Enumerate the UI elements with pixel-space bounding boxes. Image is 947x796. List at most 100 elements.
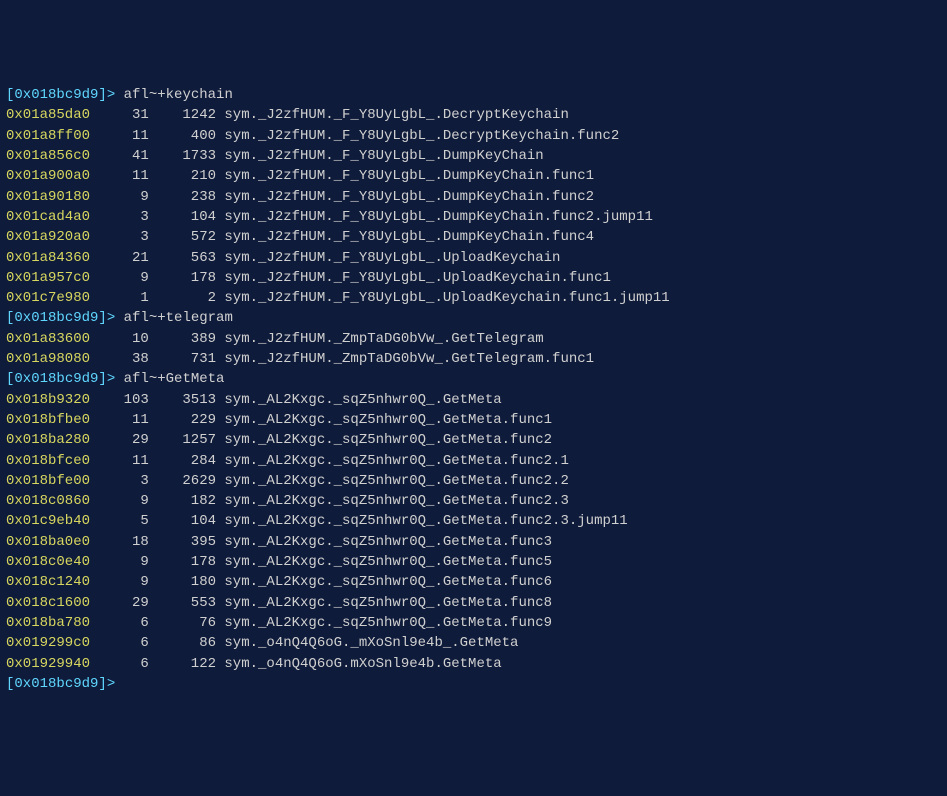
command-text: afl~+GetMeta	[115, 369, 224, 389]
prompt-address: 0x018bc9d9	[14, 674, 98, 694]
function-row: 0x01a8ff0011400 sym._J2zfHUM._F_Y8UyLgbL…	[6, 126, 941, 146]
row-symbol: sym._o4nQ4Q6oG._mXoSnl9e4b_.GetMeta	[224, 633, 518, 653]
row-address: 0x018ba0e0	[6, 532, 98, 552]
row-address: 0x018bfe00	[6, 471, 98, 491]
row-count2: 210	[149, 166, 216, 186]
row-symbol: sym._AL2Kxgc._sqZ5nhwr0Q_.GetMeta.func9	[224, 613, 552, 633]
row-count2: 1733	[149, 146, 216, 166]
row-count2: 1257	[149, 430, 216, 450]
row-count1: 3	[98, 207, 148, 227]
row-address: 0x01a900a0	[6, 166, 98, 186]
row-symbol: sym._J2zfHUM._F_Y8UyLgbL_.DumpKeyChain.f…	[224, 227, 594, 247]
row-symbol: sym._J2zfHUM._F_Y8UyLgbL_.DumpKeyChain.f…	[224, 166, 594, 186]
row-count2: 76	[149, 613, 216, 633]
row-address: 0x018c0e40	[6, 552, 98, 572]
row-count1: 1	[98, 288, 148, 308]
function-row: 0x018bfe0032629 sym._AL2Kxgc._sqZ5nhwr0Q…	[6, 471, 941, 491]
function-row: 0x01c7e98012 sym._J2zfHUM._F_Y8UyLgbL_.U…	[6, 288, 941, 308]
prompt-line[interactable]: [0x018bc9d9]>	[6, 674, 941, 694]
row-count2: 572	[149, 227, 216, 247]
function-row: 0x018ba280291257 sym._AL2Kxgc._sqZ5nhwr0…	[6, 430, 941, 450]
row-address: 0x018ba280	[6, 430, 98, 450]
prompt-open-bracket: [	[6, 85, 14, 105]
row-count2: 731	[149, 349, 216, 369]
prompt-address: 0x018bc9d9	[14, 369, 98, 389]
prompt-line[interactable]: [0x018bc9d9]> afl~+keychain	[6, 85, 941, 105]
row-count1: 9	[98, 572, 148, 592]
row-address: 0x018bfbe0	[6, 410, 98, 430]
function-row: 0x018b93201033513 sym._AL2Kxgc._sqZ5nhwr…	[6, 390, 941, 410]
row-address: 0x01a920a0	[6, 227, 98, 247]
function-row: 0x01cad4a03104 sym._J2zfHUM._F_Y8UyLgbL_…	[6, 207, 941, 227]
row-count2: 2629	[149, 471, 216, 491]
command-text: afl~+keychain	[115, 85, 233, 105]
row-address: 0x018b9320	[6, 390, 98, 410]
row-symbol: sym._J2zfHUM._ZmpTaDG0bVw_.GetTelegram	[224, 329, 543, 349]
row-address: 0x01a856c0	[6, 146, 98, 166]
function-row: 0x01c9eb405104 sym._AL2Kxgc._sqZ5nhwr0Q_…	[6, 511, 941, 531]
row-address: 0x01cad4a0	[6, 207, 98, 227]
row-symbol: sym._AL2Kxgc._sqZ5nhwr0Q_.GetMeta.func2.…	[224, 451, 568, 471]
row-count1: 103	[98, 390, 148, 410]
row-count2: 104	[149, 207, 216, 227]
row-count2: 180	[149, 572, 216, 592]
prompt-line[interactable]: [0x018bc9d9]> afl~+telegram	[6, 308, 941, 328]
command-text: afl~+telegram	[115, 308, 233, 328]
row-count2: 563	[149, 248, 216, 268]
function-row: 0x018ba0e018395 sym._AL2Kxgc._sqZ5nhwr0Q…	[6, 532, 941, 552]
row-symbol: sym._AL2Kxgc._sqZ5nhwr0Q_.GetMeta	[224, 390, 501, 410]
row-count1: 29	[98, 430, 148, 450]
row-symbol: sym._o4nQ4Q6oG.mXoSnl9e4b.GetMeta	[224, 654, 501, 674]
prompt-close-bracket: ]>	[98, 85, 115, 105]
row-count1: 11	[98, 410, 148, 430]
row-count2: 2	[149, 288, 216, 308]
function-row: 0x018c0e409178 sym._AL2Kxgc._sqZ5nhwr0Q_…	[6, 552, 941, 572]
row-address: 0x01a957c0	[6, 268, 98, 288]
row-count2: 178	[149, 268, 216, 288]
row-count1: 6	[98, 633, 148, 653]
row-count1: 11	[98, 126, 148, 146]
row-count1: 6	[98, 654, 148, 674]
function-row: 0x01a8360010389 sym._J2zfHUM._ZmpTaDG0bV…	[6, 329, 941, 349]
row-symbol: sym._J2zfHUM._F_Y8UyLgbL_.DecryptKeychai…	[224, 105, 568, 125]
row-count2: 104	[149, 511, 216, 531]
row-address: 0x01a8ff00	[6, 126, 98, 146]
prompt-address: 0x018bc9d9	[14, 308, 98, 328]
row-address: 0x01a90180	[6, 187, 98, 207]
row-address: 0x01c7e980	[6, 288, 98, 308]
row-symbol: sym._AL2Kxgc._sqZ5nhwr0Q_.GetMeta.func8	[224, 593, 552, 613]
function-row: 0x019299c0686 sym._o4nQ4Q6oG._mXoSnl9e4b…	[6, 633, 941, 653]
row-count1: 38	[98, 349, 148, 369]
prompt-open-bracket: [	[6, 369, 14, 389]
function-row: 0x01a9808038731 sym._J2zfHUM._ZmpTaDG0bV…	[6, 349, 941, 369]
function-row: 0x01a920a03572 sym._J2zfHUM._F_Y8UyLgbL_…	[6, 227, 941, 247]
terminal-output[interactable]: [0x018bc9d9]> afl~+keychain0x01a85da0311…	[6, 85, 941, 694]
prompt-line[interactable]: [0x018bc9d9]> afl~+GetMeta	[6, 369, 941, 389]
function-row: 0x018c08609182 sym._AL2Kxgc._sqZ5nhwr0Q_…	[6, 491, 941, 511]
row-symbol: sym._AL2Kxgc._sqZ5nhwr0Q_.GetMeta.func2	[224, 430, 552, 450]
row-count2: 395	[149, 532, 216, 552]
row-symbol: sym._AL2Kxgc._sqZ5nhwr0Q_.GetMeta.func3	[224, 532, 552, 552]
row-count2: 122	[149, 654, 216, 674]
function-row: 0x01a85da0311242 sym._J2zfHUM._F_Y8UyLgb…	[6, 105, 941, 125]
row-count1: 9	[98, 187, 148, 207]
row-count1: 9	[98, 491, 148, 511]
row-count1: 3	[98, 227, 148, 247]
row-count2: 229	[149, 410, 216, 430]
row-address: 0x01a98080	[6, 349, 98, 369]
row-symbol: sym._J2zfHUM._F_Y8UyLgbL_.UploadKeychain	[224, 248, 560, 268]
row-count2: 284	[149, 451, 216, 471]
row-count2: 553	[149, 593, 216, 613]
row-address: 0x01929940	[6, 654, 98, 674]
row-count1: 9	[98, 268, 148, 288]
row-count2: 86	[149, 633, 216, 653]
row-count1: 11	[98, 166, 148, 186]
row-count1: 21	[98, 248, 148, 268]
function-row: 0x018c12409180 sym._AL2Kxgc._sqZ5nhwr0Q_…	[6, 572, 941, 592]
row-address: 0x01c9eb40	[6, 511, 98, 531]
row-count1: 9	[98, 552, 148, 572]
function-row: 0x018ba780676 sym._AL2Kxgc._sqZ5nhwr0Q_.…	[6, 613, 941, 633]
row-symbol: sym._J2zfHUM._F_Y8UyLgbL_.DumpKeyChain.f…	[224, 207, 652, 227]
row-count1: 3	[98, 471, 148, 491]
row-address: 0x018c1240	[6, 572, 98, 592]
